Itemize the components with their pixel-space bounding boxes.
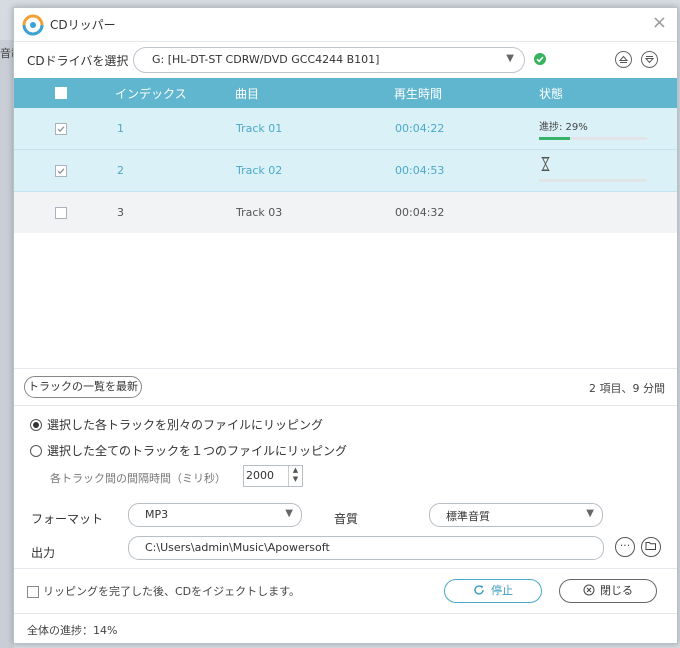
app-logo-icon — [22, 14, 44, 36]
stepper-arrows-icon[interactable]: ▲ ▼ — [288, 466, 302, 486]
row-index: 2 — [117, 164, 124, 177]
row-checkbox[interactable] — [55, 207, 67, 219]
row-progress-fill — [539, 137, 571, 140]
track-summary: 2 項目、9 分間 — [589, 382, 665, 395]
output-path-field[interactable]: C:\Users\admin\Music\Apowersoft — [128, 536, 604, 560]
header-status: 状態 — [539, 87, 564, 101]
row-progress-bar — [539, 179, 647, 182]
close-button-label: 閉じる — [600, 584, 633, 597]
drive-label: CDドライバを選択 — [27, 54, 129, 68]
refresh-icon — [474, 585, 484, 595]
output-path-value: C:\Users\admin\Music\Apowersoft — [145, 541, 330, 554]
row-duration: 00:04:22 — [395, 122, 445, 135]
row-title: Track 02 — [236, 164, 283, 177]
more-options-icon[interactable]: ··· — [615, 537, 635, 557]
format-select[interactable]: MP3 ▼ — [128, 503, 302, 527]
eject-icon[interactable] — [615, 51, 632, 68]
row-title: Track 01 — [236, 122, 283, 135]
single-file-label: 選択した全てのトラックを１つのファイルにリッピング — [47, 444, 348, 458]
track-list-footer: トラックの一覧を最新 2 項目、9 分間 — [14, 368, 677, 406]
row-progress-bar — [539, 137, 647, 140]
header-index: インデックス — [115, 87, 187, 101]
bottom-bar: リッピングを完了した後、CDをイジェクトします。 停止 閉じる — [14, 568, 677, 614]
row-index: 1 — [117, 122, 124, 135]
row-progress-label: 進捗: 29% — [539, 122, 588, 133]
format-value: MP3 — [145, 508, 169, 521]
overall-progress: 全体の進捗：14% — [27, 624, 118, 637]
background-window — [0, 40, 14, 648]
table-row[interactable]: 3 Track 03 00:04:32 — [14, 192, 677, 233]
refresh-list-button[interactable]: トラックの一覧を最新 — [24, 376, 142, 398]
table-row[interactable]: 1 Track 01 00:04:22 進捗: 29% — [14, 108, 677, 150]
close-button[interactable]: 閉じる — [559, 579, 657, 603]
chevron-down-icon: ▼ — [506, 53, 514, 64]
row-duration: 00:04:53 — [395, 164, 445, 177]
stop-button[interactable]: 停止 — [444, 579, 542, 603]
title-bar: CDリッパー × — [14, 8, 677, 42]
quality-value: 標準音質 — [446, 510, 490, 523]
chevron-down-icon: ▼ — [285, 508, 293, 519]
close-circle-icon — [583, 584, 595, 596]
gap-time-stepper[interactable]: 2000 ▲ ▼ — [243, 465, 303, 487]
table-header: インデックス 曲目 再生時間 状態 — [14, 78, 677, 108]
drive-select[interactable]: G: [HL-DT-ST CDRW/DVD GCC4244 B101] ▼ — [133, 47, 525, 73]
row-checkbox[interactable] — [55, 165, 67, 177]
single-file-radio[interactable] — [30, 445, 42, 457]
header-title: 曲目 — [235, 87, 260, 101]
header-duration: 再生時間 — [394, 87, 443, 101]
folder-icon[interactable] — [641, 537, 661, 557]
separate-files-label: 選択した各トラックを別々のファイルにリッピング — [47, 418, 324, 432]
separate-files-radio[interactable] — [30, 419, 42, 431]
gap-time-value: 2000 — [246, 469, 274, 482]
chevron-down-icon: ▼ — [586, 508, 594, 519]
window-title: CDリッパー — [50, 18, 116, 32]
select-all-checkbox[interactable] — [55, 87, 67, 99]
eject-after-label: リッピングを完了した後、CDをイジェクトします。 — [43, 585, 301, 598]
cd-ripper-window: CDリッパー × CDドライバを選択 G: [HL-DT-ST CDRW/DVD… — [13, 7, 678, 644]
stop-button-label: 停止 — [491, 584, 513, 597]
check-circle-icon — [534, 53, 546, 65]
row-duration: 00:04:32 — [395, 206, 445, 219]
gap-time-label: 各トラック間の間隔時間（ミリ秒） — [50, 472, 226, 485]
drive-bar: CDドライバを選択 G: [HL-DT-ST CDRW/DVD GCC4244 … — [14, 42, 677, 78]
table-row[interactable]: 2 Track 02 00:04:53 — [14, 150, 677, 192]
quality-select[interactable]: 標準音質 ▼ — [429, 503, 603, 527]
row-title: Track 03 — [236, 206, 283, 219]
collapse-icon[interactable] — [641, 51, 658, 68]
hourglass-icon — [541, 157, 550, 171]
close-icon[interactable]: × — [652, 14, 667, 32]
output-label: 出力 — [31, 546, 56, 560]
eject-after-checkbox[interactable] — [27, 586, 39, 598]
row-checkbox[interactable] — [55, 123, 67, 135]
drive-select-value: G: [HL-DT-ST CDRW/DVD GCC4244 B101] — [152, 53, 380, 66]
format-label: フォーマット — [31, 512, 104, 526]
row-index: 3 — [117, 206, 124, 219]
quality-label: 音質 — [334, 512, 359, 526]
